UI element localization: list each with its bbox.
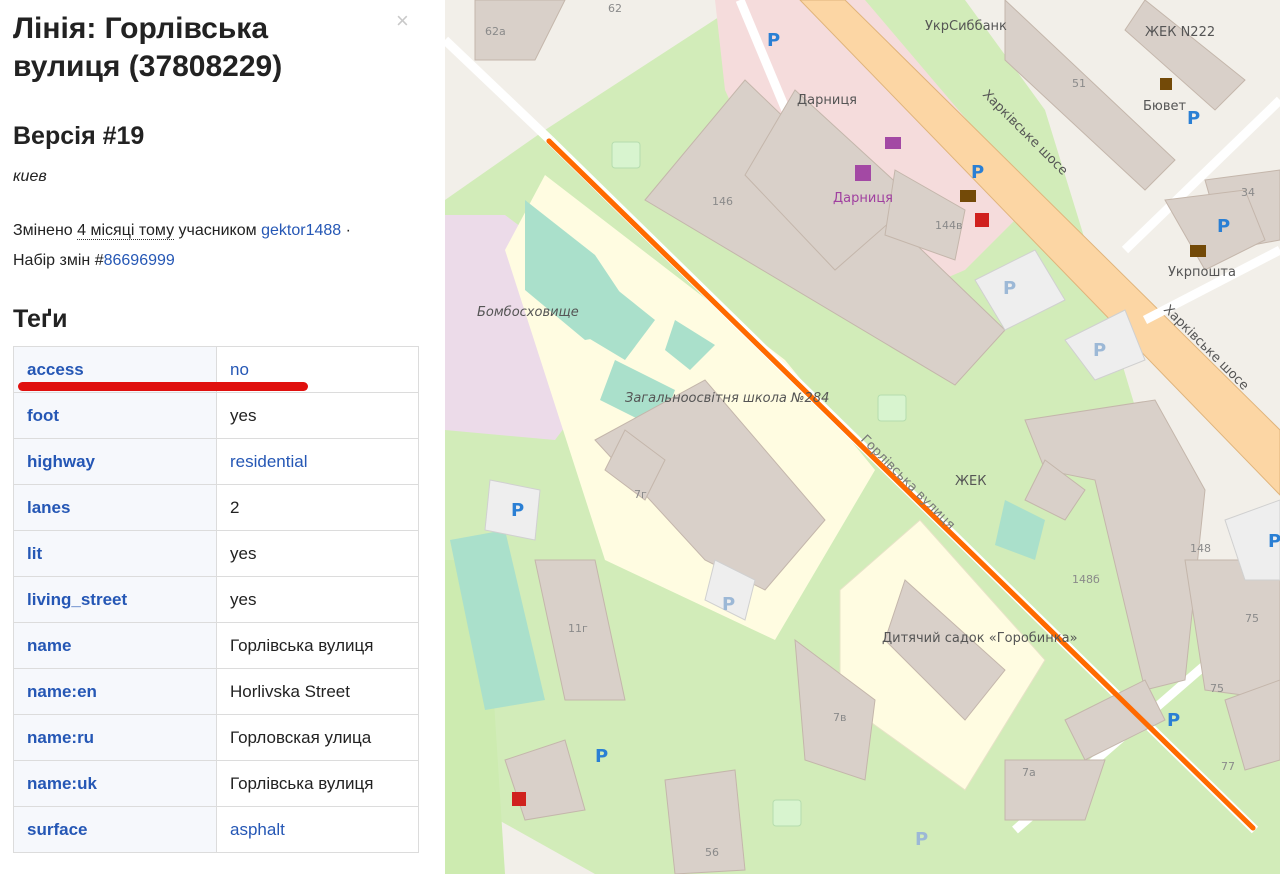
tag-value: yes xyxy=(216,530,419,577)
cart-icon xyxy=(885,137,901,149)
separator-dot: · xyxy=(345,222,351,239)
map-view[interactable]: Харківське шосе Харківське шосе Горлівсь… xyxy=(445,0,1280,874)
tag-key[interactable]: name:en xyxy=(13,668,217,715)
tag-row: lit yes xyxy=(13,530,419,577)
parking-icon: P xyxy=(767,30,780,51)
label-ukrposhta: Укрпошта xyxy=(1168,265,1236,280)
label-house-56: 56 xyxy=(705,846,719,859)
tag-row: highway residential xyxy=(13,438,419,485)
label-house-77: 77 xyxy=(1221,760,1235,773)
label-kindergarten: Дитячий садок «Горобинка» xyxy=(882,631,1078,646)
tag-row: name:en Horlivska Street xyxy=(13,668,419,715)
version-heading: Версія #19 xyxy=(13,122,145,150)
tag-key[interactable]: surface xyxy=(13,806,217,853)
tag-key[interactable]: name:uk xyxy=(13,760,217,807)
label-zhek-n222: ЖЕК N222 xyxy=(1145,25,1215,40)
post-office-icon xyxy=(1190,245,1206,257)
label-house-75b: 75 xyxy=(1210,682,1224,695)
tag-row: name Горлівська вулиця xyxy=(13,622,419,669)
changeset-prefix: Набір змін # xyxy=(13,252,104,269)
red-annotation-underline xyxy=(18,382,308,391)
label-ukrsibbank: УкрСиббанк xyxy=(925,19,1007,34)
playground-icon xyxy=(611,141,641,169)
parking-icon: P xyxy=(915,829,928,850)
parking-icon: P xyxy=(511,500,524,521)
tag-key[interactable]: lit xyxy=(13,530,217,577)
tag-key[interactable]: lanes xyxy=(13,484,217,531)
parking-icon: P xyxy=(1093,340,1106,361)
label-school: Загальноосвітня школа №284 xyxy=(625,391,829,406)
tag-key[interactable]: highway xyxy=(13,438,217,485)
tag-value[interactable]: residential xyxy=(216,438,419,485)
tag-value: Горлівська вулиця xyxy=(216,622,419,669)
label-house-75a: 75 xyxy=(1245,612,1259,625)
label-house-11g: 11г xyxy=(568,622,588,635)
label-house-148b: 148б xyxy=(1072,573,1100,586)
tag-value: yes xyxy=(216,576,419,623)
sidebar: × Лінія: Горлівська вулиця (37808229) Ве… xyxy=(0,0,445,874)
tags-heading: Теґи xyxy=(13,305,68,333)
playground-icon xyxy=(877,394,907,422)
label-buvet: Бювет xyxy=(1143,99,1187,114)
label-house-51: 51 xyxy=(1072,77,1086,90)
parking-icon: P xyxy=(1167,710,1180,731)
pharmacy-icon xyxy=(512,792,526,806)
tag-value: yes xyxy=(216,392,419,439)
label-house-144v: 144в xyxy=(935,219,962,232)
shop-icon xyxy=(855,165,871,181)
tag-row: lanes 2 xyxy=(13,484,419,531)
tag-value: Горлівська вулиця xyxy=(216,760,419,807)
tag-key[interactable]: foot xyxy=(13,392,217,439)
changed-time: 4 місяці тому xyxy=(77,222,175,240)
label-house-62: 62 xyxy=(608,2,622,15)
tag-value: Horlivska Street xyxy=(216,668,419,715)
playground-icon xyxy=(772,799,802,827)
tag-key[interactable]: name:ru xyxy=(13,714,217,761)
label-house-7a: 7а xyxy=(1022,766,1036,779)
label-darnytsia-1: Дарниця xyxy=(797,93,857,108)
tag-value: Горловская улица xyxy=(216,714,419,761)
tag-row: living_street yes xyxy=(13,576,419,623)
tag-row: foot yes xyxy=(13,392,419,439)
label-house-7v: 7в xyxy=(833,711,846,724)
tag-row: name:ru Горловская улица xyxy=(13,714,419,761)
drinking-water-icon xyxy=(1160,78,1172,90)
change-info: Змінено 4 місяці тому учасником gektor14… xyxy=(13,216,423,276)
label-house-7g: 7г xyxy=(634,488,647,501)
parking-icon: P xyxy=(1003,278,1016,299)
label-bomb-shelter: Бомбосховище xyxy=(477,305,579,320)
page-title: Лінія: Горлівська вулиця (37808229) xyxy=(13,12,283,83)
label-zhek: ЖЕК xyxy=(955,474,986,489)
tag-value: 2 xyxy=(216,484,419,531)
tag-value[interactable]: asphalt xyxy=(216,806,419,853)
tag-key[interactable]: living_street xyxy=(13,576,217,623)
user-link[interactable]: gektor1488 xyxy=(261,222,341,239)
tag-row: surface asphalt xyxy=(13,806,419,853)
changed-prefix: Змінено xyxy=(13,222,73,239)
tag-row: name:uk Горлівська вулиця xyxy=(13,760,419,807)
pharmacy-icon xyxy=(975,213,989,227)
tags-table: access no foot yes highway residential lanes 2 l… xyxy=(13,346,419,853)
label-house-34: 34 xyxy=(1241,186,1255,199)
tag-key[interactable]: name xyxy=(13,622,217,669)
parking-icon: P xyxy=(722,594,735,615)
parking-icon: P xyxy=(595,746,608,767)
changeset-link[interactable]: 86696999 xyxy=(104,252,175,269)
changeset-comment: киев xyxy=(13,168,47,185)
parking-icon: P xyxy=(1187,108,1200,129)
close-icon[interactable]: × xyxy=(396,10,409,32)
parking-icon: P xyxy=(971,162,984,183)
parking-icon: P xyxy=(1268,531,1280,552)
label-house-146: 146 xyxy=(712,195,733,208)
changed-by-word: учасником xyxy=(178,222,257,239)
label-house-62a: 62а xyxy=(485,25,506,38)
label-house-148: 148 xyxy=(1190,542,1211,555)
label-darnytsia-2: Дарниця xyxy=(833,191,893,206)
parking-icon: P xyxy=(1217,216,1230,237)
bank-icon xyxy=(960,190,976,202)
